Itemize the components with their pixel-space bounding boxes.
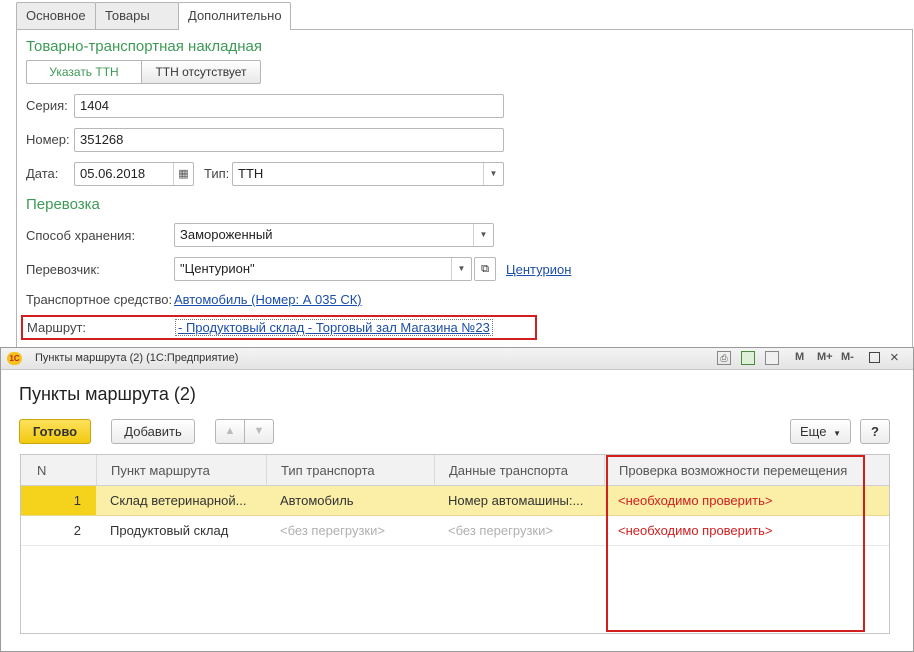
storage-label: Способ хранения:	[26, 228, 136, 243]
window-title: Пункты маршрута (2) (1С:Предприятие)	[35, 352, 239, 364]
maximize-icon[interactable]	[869, 352, 880, 363]
tab-label: Дополнительно	[188, 8, 282, 23]
print-icon[interactable]: ⎙	[717, 351, 731, 365]
ttn-section-title: Товарно-транспортная накладная	[26, 38, 262, 55]
vehicle-link[interactable]: Автомобиль (Номер: А 035 СК)	[174, 292, 362, 307]
tab-label: Основное	[26, 8, 86, 23]
chevron-down-icon: ▼	[833, 429, 841, 438]
check-column-highlight-box	[606, 455, 865, 632]
transport-data-cell: Номер автомашины:...	[448, 493, 584, 508]
series-field[interactable]: 1404	[74, 94, 504, 118]
transport-section-title: Перевозка	[26, 196, 100, 213]
storage-value: Замороженный	[180, 227, 273, 242]
more-label: Еще	[800, 424, 827, 439]
chevron-down-icon[interactable]: ▼	[451, 258, 471, 280]
tab-additional[interactable]: Дополнительно	[178, 2, 291, 30]
calendar-icon[interactable]: ▦	[173, 163, 193, 185]
specify-ttn-toggle[interactable]: Указать ТТН	[26, 60, 142, 84]
route-point-cell: Продуктовый склад	[110, 523, 229, 538]
number-field[interactable]: 351268	[74, 128, 504, 152]
transport-data-cell: <без перегрузки>	[448, 523, 553, 538]
carrier-value: "Центурион"	[180, 261, 255, 276]
memory-icon[interactable]: M	[795, 351, 804, 363]
dialog-heading: Пункты маршрута (2)	[19, 384, 196, 404]
column-header-transport-type[interactable]: Тип транспорта	[266, 455, 434, 486]
route-link[interactable]: - Продуктовый склад - Торговый зал Магаз…	[175, 319, 493, 336]
ttn-absent-toggle[interactable]: ТТН отсутствует	[141, 60, 261, 84]
help-button[interactable]: ?	[860, 419, 890, 444]
chevron-down-icon[interactable]: ▼	[483, 163, 503, 185]
route-label: Маршрут:	[27, 320, 87, 335]
date-field[interactable]: 05.06.2018 ▦	[74, 162, 194, 186]
date-value: 05.06.2018	[80, 166, 146, 181]
carrier-label: Перевозчик:	[26, 262, 100, 277]
memory-plus-icon[interactable]: M+	[817, 351, 833, 363]
spreadsheet-icon[interactable]	[741, 351, 755, 365]
number-label: Номер:	[26, 132, 70, 147]
type-select[interactable]: ТТН ▼	[232, 162, 504, 186]
carrier-link[interactable]: Центурион	[506, 262, 571, 277]
chevron-down-icon[interactable]: ▼	[473, 224, 493, 246]
more-button[interactable]: Еще ▼	[790, 419, 851, 444]
type-value: ТТН	[238, 166, 264, 181]
done-button[interactable]: Готово	[19, 419, 91, 444]
column-header-n[interactable]: N	[21, 455, 96, 486]
dialog-titlebar: 1С Пункты маршрута (2) (1С:Предприятие) …	[1, 348, 913, 370]
memory-minus-icon[interactable]: M-	[841, 351, 854, 363]
tab-main[interactable]: Основное	[16, 2, 96, 29]
add-button[interactable]: Добавить	[111, 419, 195, 444]
storage-select[interactable]: Замороженный ▼	[174, 223, 494, 247]
transport-type-cell: <без перегрузки>	[280, 523, 385, 538]
carrier-select[interactable]: "Центурион" ▼	[174, 257, 472, 281]
route-point-cell: Склад ветеринарной...	[110, 493, 247, 508]
column-header-transport-data[interactable]: Данные транспорта	[434, 455, 604, 486]
move-up-icon[interactable]: ▲	[215, 419, 245, 444]
move-down-icon[interactable]: ▼	[244, 419, 274, 444]
row-number: 2	[73, 523, 81, 538]
calendar-icon[interactable]	[765, 351, 779, 365]
type-label: Тип:	[204, 166, 230, 181]
column-header-point[interactable]: Пункт маршрута	[96, 455, 266, 486]
vehicle-label: Транспортное средство:	[26, 292, 173, 307]
series-label: Серия:	[26, 98, 68, 113]
app-logo-icon: 1С	[7, 352, 22, 365]
tab-goods[interactable]: Товары (1)	[95, 2, 179, 49]
close-icon[interactable]: ×	[890, 349, 899, 366]
open-icon[interactable]: ⧉	[474, 257, 496, 281]
date-label: Дата:	[26, 166, 59, 181]
transport-type-cell: Автомобиль	[280, 493, 354, 508]
route-points-dialog: 1С Пункты маршрута (2) (1С:Предприятие) …	[0, 347, 914, 652]
row-number: 1	[73, 493, 81, 508]
